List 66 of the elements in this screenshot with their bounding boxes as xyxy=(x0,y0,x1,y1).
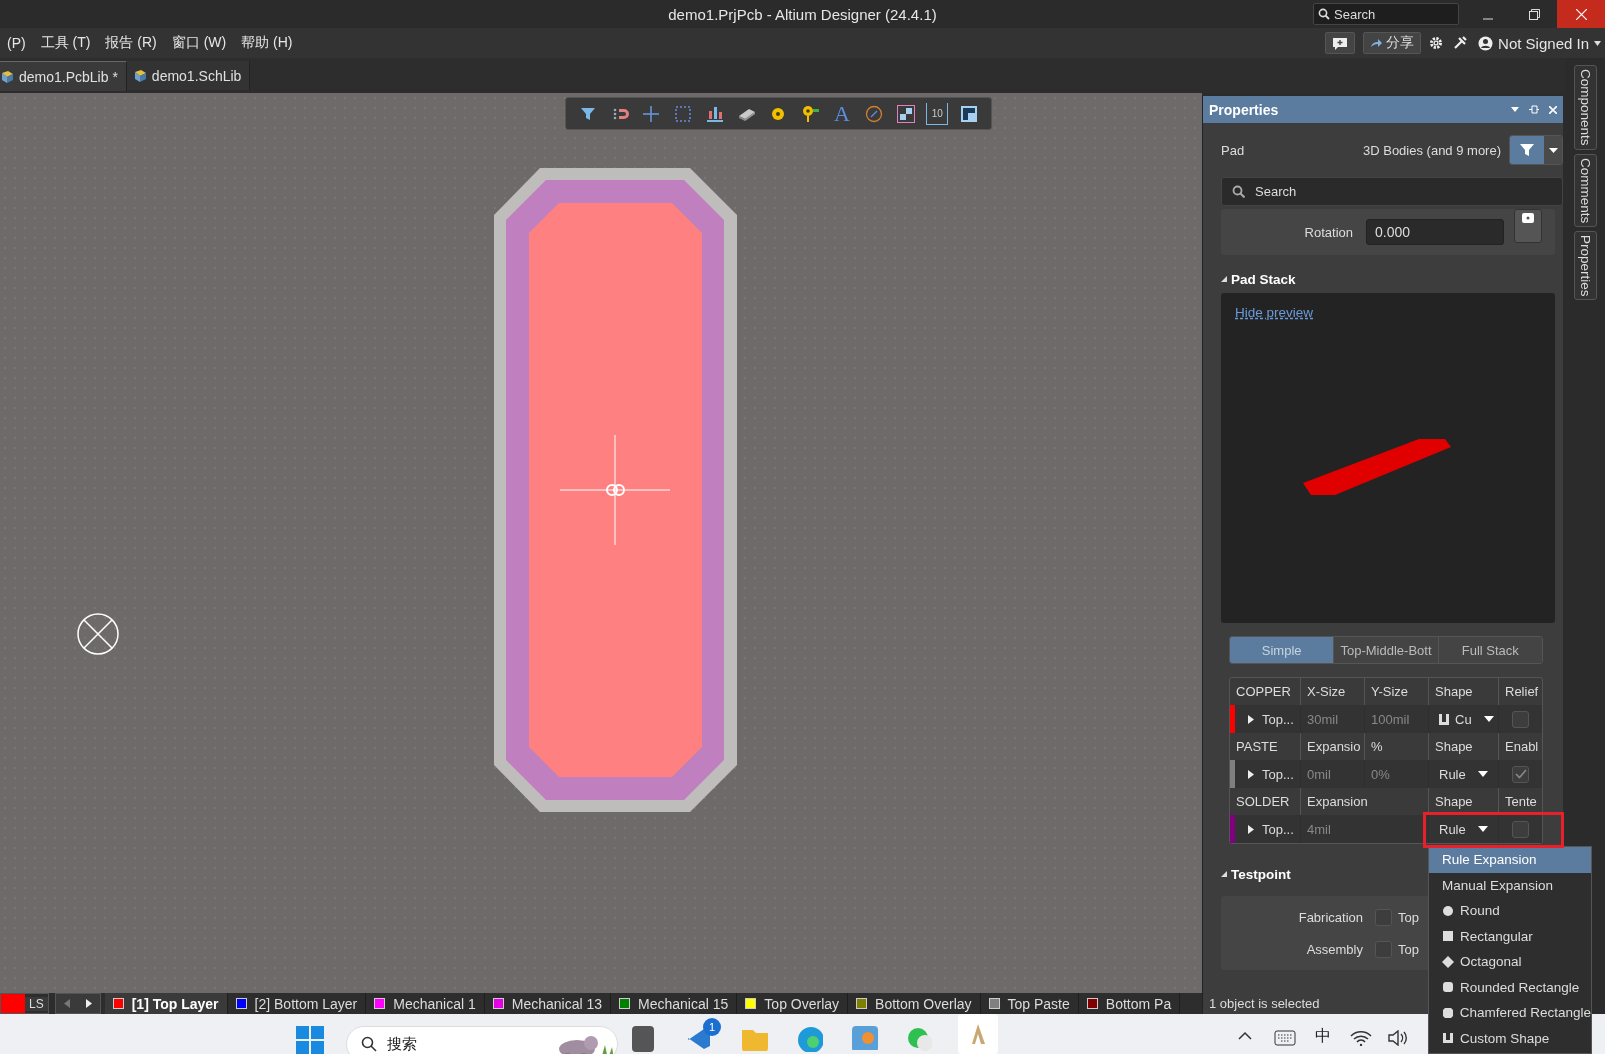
menu-item[interactable]: (P) xyxy=(0,35,34,51)
layer-name: Mechanical 13 xyxy=(511,995,603,1012)
layer-name: [2] Bottom Layer xyxy=(254,995,358,1012)
mode-tab[interactable]: Top-Middle-Bott xyxy=(1333,637,1438,663)
rotation-field[interactable]: 0.000 xyxy=(1366,219,1504,245)
menu-option[interactable]: Chamfered Rectangle xyxy=(1429,1000,1591,1026)
document-tab[interactable]: demo1.SchLib xyxy=(126,61,251,90)
column-header: PASTE xyxy=(1235,738,1279,756)
table-cell: 4mil xyxy=(1300,815,1428,843)
search-field[interactable]: Search xyxy=(1313,3,1459,25)
menu-item[interactable]: 报告 (R) xyxy=(98,34,165,52)
layer-name: Mechanical 1 xyxy=(393,995,476,1012)
table-cell: 30mil xyxy=(1300,705,1364,733)
taskbar-search-field[interactable]: 搜索 xyxy=(346,1026,618,1054)
menu-option[interactable]: Custom Shape xyxy=(1429,1025,1591,1051)
field-label: Fabrication xyxy=(1297,909,1364,925)
layer-set-button[interactable]: LS xyxy=(0,993,49,1014)
column-header: SOLDER xyxy=(1235,793,1291,811)
column-header: COPPER xyxy=(1235,683,1292,701)
panel-header: Properties xyxy=(1203,96,1563,123)
shape-dropdown[interactable]: Cu xyxy=(1428,705,1498,733)
layer-name: [1] Top Layer xyxy=(131,995,219,1012)
mode-tab[interactable]: Full Stack xyxy=(1437,637,1542,663)
search-field[interactable]: Search xyxy=(1221,177,1563,206)
hide-preview-link[interactable]: Hide preview xyxy=(1235,305,1314,320)
menu-option[interactable]: Round xyxy=(1429,898,1591,924)
filter-label: 3D Bodies (and 9 more) xyxy=(1363,142,1501,158)
layer-name: Top Overlay xyxy=(764,995,840,1012)
account-button[interactable]: Not Signed In xyxy=(1478,34,1601,52)
layer-row-label[interactable]: Top... xyxy=(1230,705,1300,733)
share-button[interactable]: 分享 xyxy=(1363,32,1422,54)
menu-option[interactable]: Octagonal xyxy=(1429,949,1591,975)
menu-item[interactable]: 工具 (T) xyxy=(33,34,99,52)
menu-option[interactable]: Manual Expansion xyxy=(1429,872,1591,898)
object-type-label: Pad xyxy=(1221,142,1245,158)
menu-option[interactable]: Rule Expansion xyxy=(1429,847,1591,873)
menu-option[interactable]: Rectangular xyxy=(1429,923,1591,949)
shape-dropdown[interactable]: Rule xyxy=(1428,760,1498,788)
input-method-indicator[interactable]: 中 xyxy=(1315,1026,1331,1047)
section-header[interactable]: Pad Stack xyxy=(1221,265,1555,293)
menu-option[interactable]: Rounded Rectangle xyxy=(1429,974,1591,1000)
menu-item[interactable]: 帮助 (H) xyxy=(234,34,301,52)
side-tab[interactable]: Comments xyxy=(1573,153,1597,227)
layer-name: Top Paste xyxy=(1007,995,1070,1012)
document-tab[interactable]: demo1.PcbLib * xyxy=(0,61,127,91)
port-tool-icon[interactable]: 10 xyxy=(926,102,949,125)
checkbox-label: Top xyxy=(1398,941,1419,957)
layer-tab[interactable]: [1] Top Layer xyxy=(104,993,228,1014)
status-text: 1 object is selected xyxy=(1209,995,1320,1013)
window-title: demo1.PrjPcb - Altium Designer (24.4.1) xyxy=(668,5,937,23)
layer-name: Mechanical 15 xyxy=(638,995,729,1012)
field-label: Assembly xyxy=(1305,941,1364,957)
field-label: Rotation xyxy=(1303,224,1354,240)
side-tab[interactable]: Components xyxy=(1573,65,1597,150)
notification-badge: 1 xyxy=(703,1018,721,1036)
menu-item[interactable]: 窗口 (W) xyxy=(164,34,235,52)
table-cell: 0mil xyxy=(1300,760,1364,788)
layer-row-label[interactable]: Top... xyxy=(1230,815,1300,843)
shape-dropdown[interactable]: Rule xyxy=(1428,815,1498,843)
table-cell: 100mil xyxy=(1364,705,1428,733)
layer-row-label[interactable]: Top... xyxy=(1230,760,1300,788)
layer-name: Bottom Overlay xyxy=(875,995,972,1012)
checkbox-label: Top xyxy=(1398,909,1419,925)
layer-name: Bottom Pa xyxy=(1105,995,1172,1012)
side-tab[interactable]: Properties xyxy=(1573,230,1597,301)
table-cell: 0% xyxy=(1364,760,1428,788)
